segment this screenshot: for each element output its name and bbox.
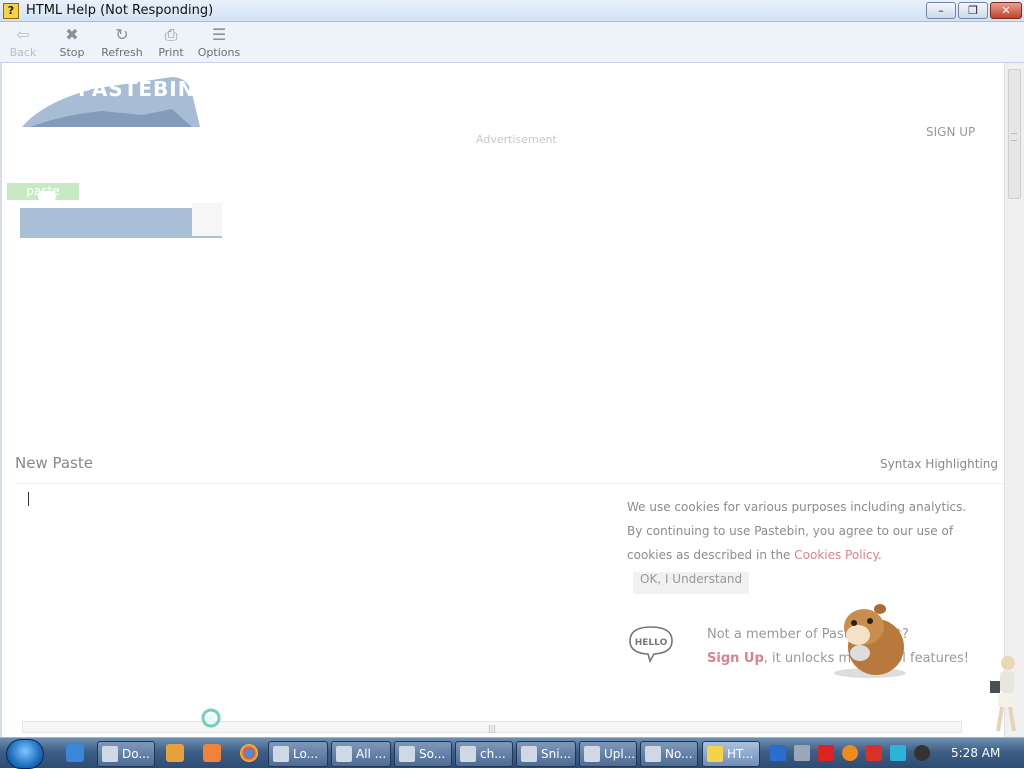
- hello-speech-bubble-icon: HELLO: [629, 626, 673, 663]
- refresh-button[interactable]: ↻ Refresh: [99, 24, 145, 61]
- upload-icon: [584, 746, 600, 762]
- notepad-icon: [645, 746, 661, 762]
- window-icon: [336, 746, 352, 762]
- help-icon: ?: [3, 3, 19, 19]
- internet-explorer-icon[interactable]: [66, 744, 84, 762]
- tray-flag-icon[interactable]: [866, 745, 882, 761]
- chrome-icon[interactable]: [240, 744, 258, 762]
- taskbar-item-notepad[interactable]: No...: [640, 741, 698, 767]
- folder-icon: [273, 746, 289, 762]
- new-paste-heading: New Paste: [15, 454, 93, 472]
- refresh-label: Refresh: [101, 46, 143, 59]
- tray-monitor-icon[interactable]: [794, 745, 810, 761]
- print-label: Print: [158, 46, 184, 59]
- refresh-icon: ↻: [115, 25, 129, 44]
- taskbar-item-upload[interactable]: Upl...: [579, 741, 637, 767]
- hamster-mascot-icon[interactable]: [820, 601, 912, 679]
- tray-display-icon[interactable]: [890, 745, 906, 761]
- snipping-icon: [521, 746, 537, 762]
- taskbar-item-chat[interactable]: ch...: [455, 741, 513, 767]
- scrollbar-grip-icon: |||: [488, 724, 497, 733]
- start-button[interactable]: [6, 739, 44, 769]
- taskbar: Do... Lo... All ... So... ch... Sni... U…: [0, 737, 1024, 769]
- help-icon: [707, 746, 723, 762]
- chat-icon: [460, 746, 476, 762]
- title-bar: ? HTML Help (Not Responding) – ❐ ✕: [0, 0, 1024, 22]
- close-button[interactable]: ✕: [990, 2, 1022, 19]
- media-player-icon[interactable]: [166, 744, 184, 762]
- tray-volume-icon[interactable]: [914, 745, 930, 761]
- taskbar-item-folder[interactable]: Lo...: [268, 741, 328, 767]
- taskbar-item-window[interactable]: All ...: [331, 741, 391, 767]
- tray-v-icon[interactable]: [818, 745, 834, 761]
- maximize-button[interactable]: ❐: [958, 2, 988, 19]
- tray-search-icon[interactable]: [842, 745, 858, 761]
- horizontal-scrollbar[interactable]: |||: [22, 721, 962, 733]
- stop-icon: ✖: [65, 25, 79, 44]
- cookies-policy-link[interactable]: Cookies Policy: [794, 548, 878, 562]
- syntax-highlighting-toggle[interactable]: Syntax Highlighting: [880, 457, 998, 471]
- options-label: Options: [197, 46, 241, 59]
- paste-tab-marker: [38, 191, 56, 201]
- cookie-notice: We use cookies for various purposes incl…: [627, 495, 972, 594]
- sign-up-link[interactable]: SIGN UP: [926, 125, 975, 139]
- member-sign-up-link[interactable]: Sign Up: [707, 651, 764, 666]
- printer-icon: ⎙: [164, 25, 178, 44]
- taskbar-item-document[interactable]: Do...: [97, 741, 155, 767]
- cookie-text-end: .: [877, 548, 882, 562]
- back-label: Back: [9, 46, 37, 59]
- print-button[interactable]: ⎙ Print: [148, 24, 194, 61]
- arrow-left-icon: ⇦: [16, 25, 30, 44]
- window-title: HTML Help (Not Responding): [26, 3, 214, 18]
- squirrel-app-icon[interactable]: [203, 744, 221, 762]
- advertisement-label: Advertisement: [476, 133, 557, 146]
- stop-button[interactable]: ✖ Stop: [49, 24, 95, 61]
- desktop-girl-mascot-icon[interactable]: [984, 653, 1022, 735]
- vertical-scrollbar[interactable]: [1004, 63, 1024, 737]
- text-caret: [28, 492, 29, 506]
- search-button[interactable]: [192, 203, 222, 238]
- options-icon: ☰: [211, 25, 227, 44]
- taskbar-item-snipping[interactable]: Sni...: [516, 741, 576, 767]
- bird-icon: [399, 746, 415, 762]
- help-content-pane: PASTEBIN Advertisement SIGN UP paste New…: [0, 63, 1024, 737]
- toolbar: ⇦ Back ✖ Stop ↻ Refresh ⎙ Print ☰ Option…: [0, 22, 1024, 63]
- busy-cursor-icon: [201, 708, 221, 728]
- stop-label: Stop: [59, 46, 85, 59]
- scrollbar-grip-icon: [1011, 133, 1017, 141]
- options-button[interactable]: ☰ Options: [196, 24, 242, 61]
- taskbar-item-bird[interactable]: So...: [394, 741, 452, 767]
- cookie-ok-button[interactable]: OK, I Understand: [633, 572, 750, 594]
- minimize-button[interactable]: –: [926, 2, 956, 19]
- tray-bird-icon[interactable]: [770, 745, 786, 761]
- hello-badge-text: HELLO: [635, 638, 668, 648]
- taskbar-item-html-help[interactable]: HT...: [702, 741, 760, 767]
- search-input[interactable]: [20, 208, 192, 238]
- document-icon: [102, 746, 118, 762]
- back-button[interactable]: ⇦ Back: [0, 24, 46, 61]
- taskbar-clock[interactable]: 5:28 AM: [951, 746, 1000, 760]
- logo-text: PASTEBIN: [78, 77, 196, 101]
